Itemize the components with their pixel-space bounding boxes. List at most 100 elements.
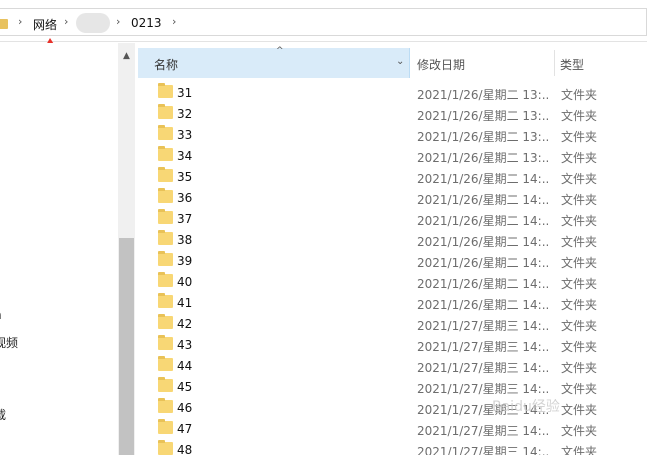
row-name[interactable]: 40 [177, 275, 192, 289]
nav-item-videos[interactable]: 视频 [0, 334, 18, 351]
table-row[interactable]: 32 2021/1/26/星期二 13:... 文件夹 [138, 103, 647, 124]
row-modified-date: 2021/1/26/星期二 14:... [417, 172, 548, 186]
row-modified-date: 2021/1/26/星期二 14:... [417, 193, 548, 207]
folder-icon [158, 125, 173, 140]
row-type: 文件夹 [561, 277, 598, 291]
row-type: 文件夹 [561, 151, 598, 165]
row-modified-date: 2021/1/26/星期二 14:... [417, 298, 548, 312]
row-modified-date: 2021/1/27/星期三 14:... [417, 361, 548, 375]
row-name[interactable]: 33 [177, 128, 192, 142]
scroll-up-icon[interactable]: ▲ [118, 49, 135, 63]
row-name[interactable]: 36 [177, 191, 192, 205]
column-header-bar: ^ 名称 ⌄ 修改日期 类型 [138, 46, 647, 78]
chevron-right-icon[interactable]: › [116, 15, 120, 28]
breadcrumb-network[interactable]: 网络 [33, 16, 57, 33]
row-name[interactable]: 32 [177, 107, 192, 121]
chevron-down-icon[interactable]: ⌄ [396, 56, 404, 67]
row-name[interactable]: 35 [177, 170, 192, 184]
row-type: 文件夹 [561, 172, 598, 186]
row-name[interactable]: 44 [177, 359, 192, 373]
table-row[interactable]: 31 2021/1/26/星期二 13:... 文件夹 [138, 82, 647, 103]
folder-icon [158, 83, 173, 98]
row-modified-date: 2021/1/27/星期三 14:... [417, 424, 548, 438]
row-type: 文件夹 [561, 445, 598, 455]
breadcrumb-folder[interactable]: 0213 [131, 16, 162, 30]
folder-icon [158, 230, 173, 245]
row-type: 文件夹 [561, 424, 598, 438]
column-header-name[interactable]: ^ 名称 ⌄ [138, 46, 410, 78]
sort-ascending-icon: ^ [276, 46, 284, 56]
table-row[interactable]: 36 2021/1/26/星期二 14:... 文件夹 [138, 187, 647, 208]
row-name[interactable]: 43 [177, 338, 192, 352]
row-name[interactable]: 31 [177, 86, 192, 100]
folder-icon [158, 335, 173, 350]
row-name[interactable]: 39 [177, 254, 192, 268]
table-row[interactable]: 33 2021/1/26/星期二 13:... 文件夹 [138, 124, 647, 145]
folder-icon [158, 167, 173, 182]
vertical-scrollbar[interactable]: ▲ [118, 43, 135, 455]
row-type: 文件夹 [561, 298, 598, 312]
folder-icon [158, 356, 173, 371]
row-type: 文件夹 [561, 235, 598, 249]
table-row[interactable]: 40 2021/1/26/星期二 14:... 文件夹 [138, 271, 647, 292]
table-row[interactable]: 46 2021/1/27/星期三 14:... 文件夹 [138, 397, 647, 418]
folder-icon [158, 293, 173, 308]
table-row[interactable]: 43 2021/1/27/星期三 14:... 文件夹 [138, 334, 647, 355]
chevron-right-icon[interactable]: › [18, 15, 22, 28]
row-type: 文件夹 [561, 193, 598, 207]
nav-item-partial[interactable]: n [0, 308, 2, 322]
table-row[interactable]: 34 2021/1/26/星期二 13:... 文件夹 [138, 145, 647, 166]
scroll-thumb[interactable] [119, 238, 134, 455]
row-type: 文件夹 [561, 382, 598, 396]
chevron-right-icon[interactable]: › [172, 15, 176, 28]
column-divider[interactable] [554, 50, 555, 76]
row-modified-date: 2021/1/27/星期三 14:... [417, 445, 548, 455]
row-modified-date: 2021/1/26/星期二 14:... [417, 235, 548, 249]
row-modified-date: 2021/1/26/星期二 14:... [417, 256, 548, 270]
row-modified-date: 2021/1/26/星期二 13:... [417, 109, 548, 123]
table-row[interactable]: 45 2021/1/27/星期三 14:... 文件夹 [138, 376, 647, 397]
row-modified-date: 2021/1/27/星期三 14:... [417, 319, 548, 333]
table-row[interactable]: 47 2021/1/27/星期三 14:... 文件夹 [138, 418, 647, 439]
row-modified-date: 2021/1/26/星期二 14:... [417, 214, 548, 228]
breadcrumb[interactable]: › 网络 › › 0213 › [0, 8, 647, 36]
row-type: 文件夹 [561, 340, 598, 354]
row-name[interactable]: 37 [177, 212, 192, 226]
row-type: 文件夹 [561, 214, 598, 228]
table-row[interactable]: 38 2021/1/26/星期二 14:... 文件夹 [138, 229, 647, 250]
chevron-right-icon[interactable]: › [64, 15, 68, 28]
column-header-type[interactable]: 类型 [560, 56, 584, 73]
table-row[interactable]: 44 2021/1/27/星期三 14:... 文件夹 [138, 355, 647, 376]
folder-icon [158, 209, 173, 224]
row-modified-date: 2021/1/26/星期二 13:... [417, 151, 548, 165]
breadcrumb-host-redacted[interactable] [76, 13, 110, 33]
column-header-name-label: 名称 [154, 58, 179, 72]
row-type: 文件夹 [561, 403, 598, 417]
file-list: 31 2021/1/26/星期二 13:... 文件夹 32 2021/1/26/星期二… [138, 82, 647, 455]
navigation-pane: n 视频 载 [0, 43, 118, 455]
folder-icon [158, 314, 173, 329]
row-name[interactable]: 48 [177, 443, 192, 455]
folder-icon [158, 440, 173, 455]
row-name[interactable]: 41 [177, 296, 192, 310]
folder-icon [158, 272, 173, 287]
row-name[interactable]: 46 [177, 401, 192, 415]
row-modified-date: 2021/1/27/星期三 14:... [417, 382, 548, 396]
row-type: 文件夹 [561, 130, 598, 144]
column-header-date[interactable]: 修改日期 [417, 56, 465, 73]
watermark: Baidu经验 [492, 399, 560, 415]
row-name[interactable]: 47 [177, 422, 192, 436]
row-name[interactable]: 34 [177, 149, 192, 163]
row-type: 文件夹 [561, 109, 598, 123]
table-row[interactable]: 48 2021/1/27/星期三 14:... 文件夹 [138, 439, 647, 455]
table-row[interactable]: 42 2021/1/27/星期三 14:... 文件夹 [138, 313, 647, 334]
table-row[interactable]: 37 2021/1/26/星期二 14:... 文件夹 [138, 208, 647, 229]
row-name[interactable]: 38 [177, 233, 192, 247]
row-type: 文件夹 [561, 361, 598, 375]
table-row[interactable]: 41 2021/1/26/星期二 14:... 文件夹 [138, 292, 647, 313]
table-row[interactable]: 35 2021/1/26/星期二 14:... 文件夹 [138, 166, 647, 187]
row-name[interactable]: 45 [177, 380, 192, 394]
nav-item-downloads[interactable]: 载 [0, 406, 6, 423]
table-row[interactable]: 39 2021/1/26/星期二 14:... 文件夹 [138, 250, 647, 271]
row-name[interactable]: 42 [177, 317, 192, 331]
